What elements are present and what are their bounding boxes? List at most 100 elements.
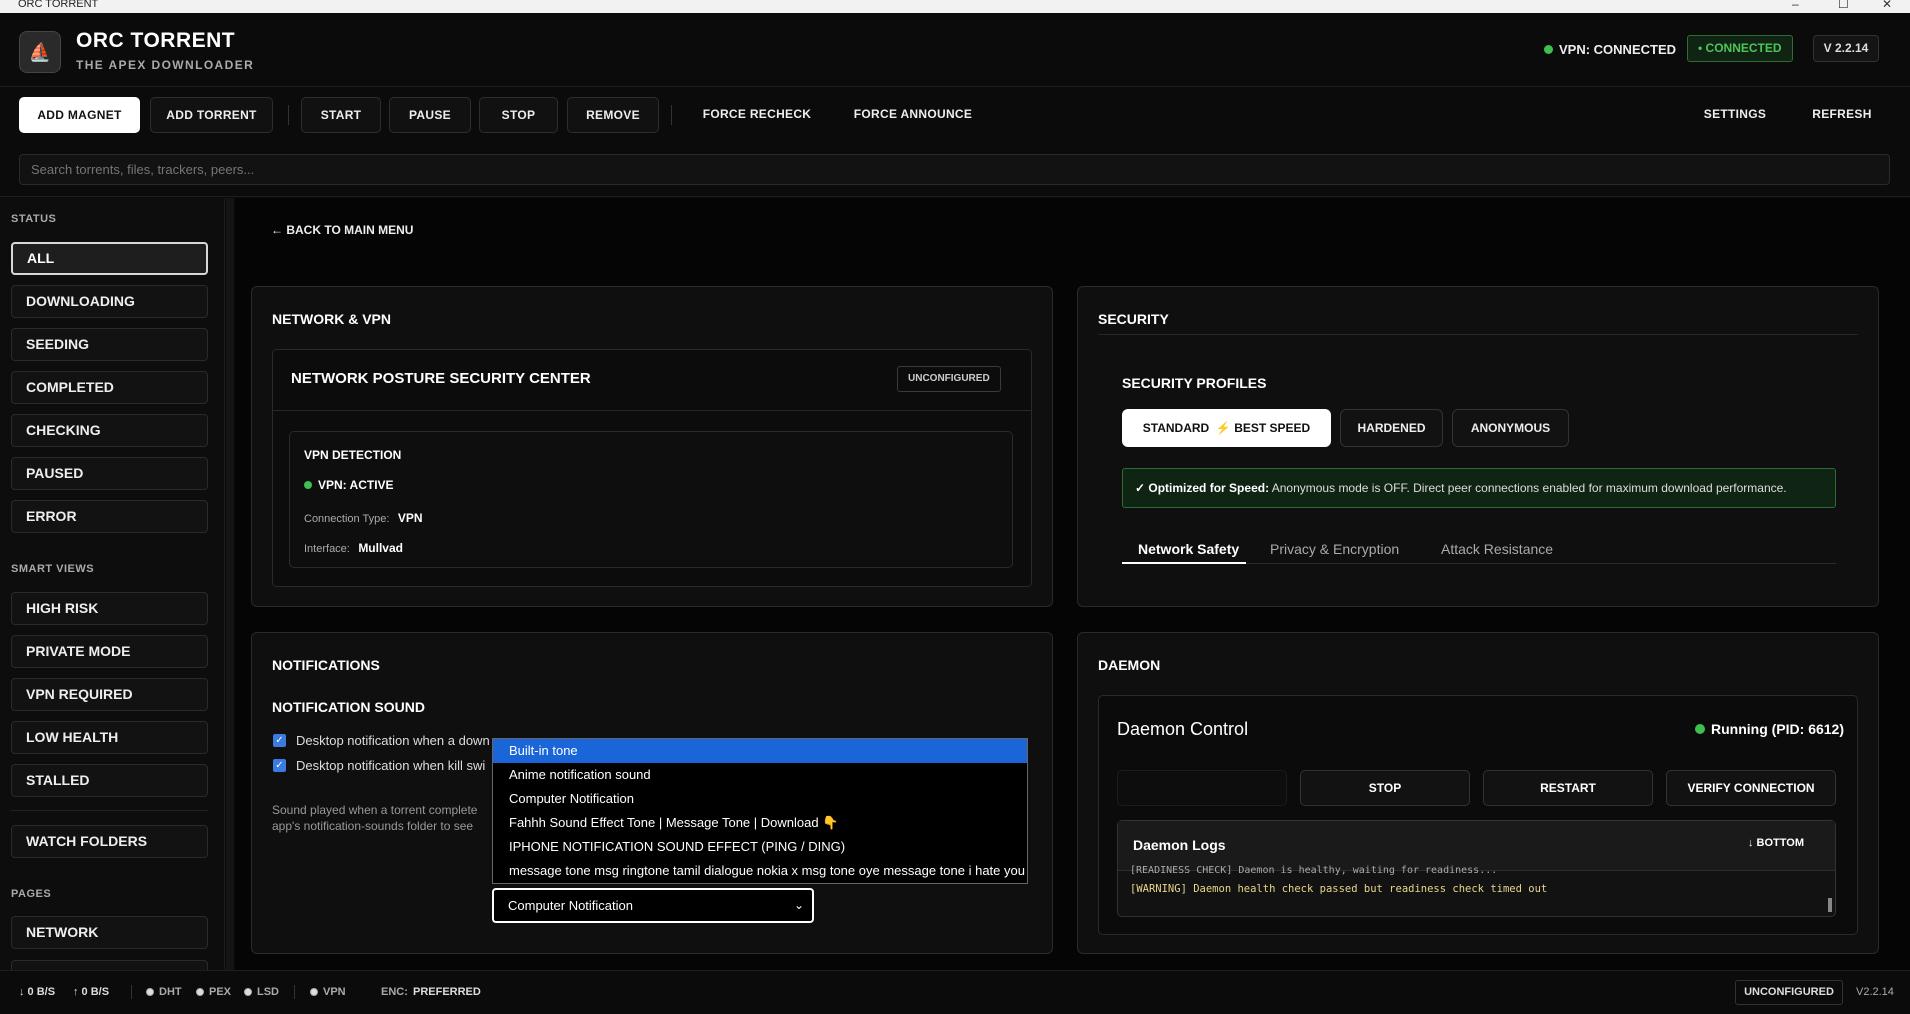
daemon-stop-button[interactable]: STOP (1300, 770, 1470, 806)
tab-privacy-encryption[interactable]: Privacy & Encryption (1270, 541, 1399, 557)
vpn-indicator: VPN (310, 986, 346, 998)
force-recheck-button[interactable]: FORCE RECHECK (690, 97, 824, 133)
panel-title: NOTIFICATIONS (272, 657, 380, 673)
sidebar-item-checking[interactable]: CHECKING (11, 414, 208, 447)
minimize-icon[interactable]: – (1792, 0, 1799, 11)
search-input[interactable] (19, 154, 1890, 185)
notification-sound-title: NOTIFICATION SOUND (272, 699, 425, 715)
sound-option[interactable]: Computer Notification (493, 787, 1027, 811)
sidebar-heading-smart-views: SMART VIEWS (11, 563, 95, 575)
checkbox-complete[interactable]: ✓ (273, 734, 286, 747)
daemon-panel: DAEMON Daemon Control Running (PID: 6612… (1077, 632, 1879, 954)
tab-network-safety[interactable]: Network Safety (1138, 541, 1239, 557)
panel-title: NETWORK & VPN (272, 311, 391, 327)
config-status-badge: UNCONFIGURED (1735, 980, 1843, 1005)
sound-option[interactable]: Fahhh Sound Effect Tone | Message Tone |… (493, 811, 1027, 835)
sound-option[interactable]: Anime notification sound (493, 763, 1027, 787)
vpn-detection-card: VPN DETECTION VPN: ACTIVE Connection Typ… (289, 431, 1013, 568)
sidebar-item-all[interactable]: ALL (11, 242, 208, 275)
daemon-logs-title: Daemon Logs (1133, 837, 1226, 853)
status-dot-icon (1544, 45, 1553, 54)
verify-connection-button[interactable]: VERIFY CONNECTION (1666, 770, 1836, 806)
sound-option[interactable]: message tone msg ringtone tamil dialogue… (493, 859, 1027, 883)
add-magnet-button[interactable]: ADD MAGNET (19, 97, 140, 133)
posture-status-badge: UNCONFIGURED (897, 366, 1001, 392)
security-profiles-title: SECURITY PROFILES (1122, 375, 1267, 391)
connection-type-row: Connection Type: VPN (304, 511, 423, 525)
back-to-main-link[interactable]: ← BACK TO MAIN MENU (271, 223, 413, 237)
sound-dropdown-list: Built-in tone Anime notification sound C… (492, 738, 1028, 884)
main-content: ← BACK TO MAIN MENU NETWORK & VPN NETWOR… (235, 198, 1910, 970)
tab-attack-resistance[interactable]: Attack Resistance (1441, 541, 1553, 557)
force-announce-button[interactable]: FORCE ANNOUNCE (845, 97, 981, 133)
speed-notice: ✓ Optimized for Speed: Anonymous mode is… (1122, 468, 1836, 508)
status-dot-icon (146, 988, 154, 996)
statusbar-version: V2.2.14 (1856, 986, 1894, 998)
statusbar-divider (131, 985, 132, 999)
pex-indicator: PEX (196, 986, 231, 998)
daemon-logs-box: Daemon Logs ↓ BOTTOM [READINESS CHECK] D… (1117, 820, 1836, 917)
sound-description-line-1: Sound played when a torrent complete (272, 803, 478, 817)
panel-title: DAEMON (1098, 657, 1161, 673)
encryption-value: PREFERRED (413, 986, 481, 998)
checkbox-kill-switch-label: Desktop notification when kill swi (296, 758, 486, 773)
refresh-button[interactable]: REFRESH (1796, 97, 1888, 133)
orc-logo-icon: ⛵ (19, 31, 61, 73)
checkbox-kill-switch[interactable]: ✓ (273, 759, 286, 772)
close-icon[interactable]: ✕ (1882, 0, 1892, 11)
notice-title: ✓ Optimized for Speed: (1135, 481, 1270, 495)
sidebar-item-vpn-required[interactable]: VPN REQUIRED (11, 678, 208, 711)
profile-hardened-button[interactable]: HARDENED (1340, 409, 1443, 447)
sidebar-item-low-health[interactable]: LOW HEALTH (11, 721, 208, 754)
toolbar-divider (671, 105, 672, 125)
sidebar-heading-status: STATUS (11, 213, 57, 225)
logs-scrollbar[interactable] (1828, 898, 1832, 912)
sidebar-item-watch-folders[interactable]: WATCH FOLDERS (11, 825, 208, 858)
encryption-label: ENC: (381, 986, 408, 998)
log-line: [READINESS CHECK] Daemon is healthy, wai… (1130, 865, 1498, 876)
sidebar-item-private-mode[interactable]: PRIVATE MODE (11, 635, 208, 668)
profile-anonymous-button[interactable]: ANONYMOUS (1452, 409, 1569, 447)
sidebar-item-paused[interactable]: PAUSED (11, 457, 208, 490)
window-title: ORC TORRENT (18, 0, 99, 10)
daemon-running-status: Running (PID: 6612) (1695, 721, 1844, 737)
sidebar-item-network[interactable]: NETWORK (11, 916, 208, 949)
sound-select[interactable]: Computer Notification ⌄ (492, 888, 814, 923)
stop-button[interactable]: STOP (479, 97, 558, 133)
start-button[interactable]: START (301, 97, 381, 133)
sidebar-item-stalled[interactable]: STALLED (11, 764, 208, 797)
sidebar-item-downloading[interactable]: DOWNLOADING (11, 285, 208, 318)
daemon-control-title: Daemon Control (1117, 719, 1249, 739)
lsd-indicator: LSD (244, 986, 279, 998)
scroll-bottom-button[interactable]: ↓ BOTTOM (1748, 837, 1804, 849)
start-daemon-button-disabled (1117, 770, 1287, 806)
sound-option[interactable]: Built-in tone (493, 739, 1027, 763)
maximize-icon[interactable]: ☐ (1838, 0, 1849, 11)
remove-button[interactable]: REMOVE (567, 97, 659, 133)
version-badge: V 2.2.14 (1813, 35, 1879, 62)
status-bar: ↓ 0 B/S ↑ 0 B/S DHT PEX LSD VPN ENC: PRE… (0, 970, 1910, 1014)
profile-standard-button[interactable]: STANDARD ⚡ BEST SPEED (1122, 409, 1331, 447)
sidebar-item-seeding[interactable]: SEEDING (11, 328, 208, 361)
settings-button[interactable]: SETTINGS (1688, 97, 1782, 133)
toolbar: ADD MAGNET ADD TORRENT START PAUSE STOP … (0, 87, 1910, 141)
status-dot-icon (304, 481, 312, 489)
chevron-down-icon: ⌄ (793, 898, 804, 912)
network-posture-card: NETWORK POSTURE SECURITY CENTER UNCONFIG… (272, 349, 1032, 587)
running-dot-icon (1695, 724, 1705, 734)
sidebar-item-next[interactable] (11, 960, 208, 970)
app-header: ⛵ ORC TORRENT THE APEX DOWNLOADER VPN: C… (0, 13, 1910, 87)
sidebar-scrollbar[interactable] (226, 198, 234, 970)
sidebar-item-error[interactable]: ERROR (11, 500, 208, 533)
pause-button[interactable]: PAUSE (389, 97, 471, 133)
sidebar-item-high-risk[interactable]: HIGH RISK (11, 592, 208, 625)
daemon-restart-button[interactable]: RESTART (1483, 770, 1653, 806)
sidebar-item-completed[interactable]: COMPLETED (11, 371, 208, 404)
upload-speed: ↑ 0 B/S (73, 986, 110, 998)
add-torrent-button[interactable]: ADD TORRENT (150, 97, 273, 133)
sound-select-value: Computer Notification (508, 898, 633, 913)
sound-option[interactable]: IPHONE NOTIFICATION SOUND EFFECT (PING /… (493, 835, 1027, 859)
active-tab-indicator (1122, 562, 1246, 564)
connected-badge: • CONNECTED (1687, 35, 1793, 62)
sidebar: STATUS ALL DOWNLOADING SEEDING COMPLETED… (0, 198, 225, 970)
